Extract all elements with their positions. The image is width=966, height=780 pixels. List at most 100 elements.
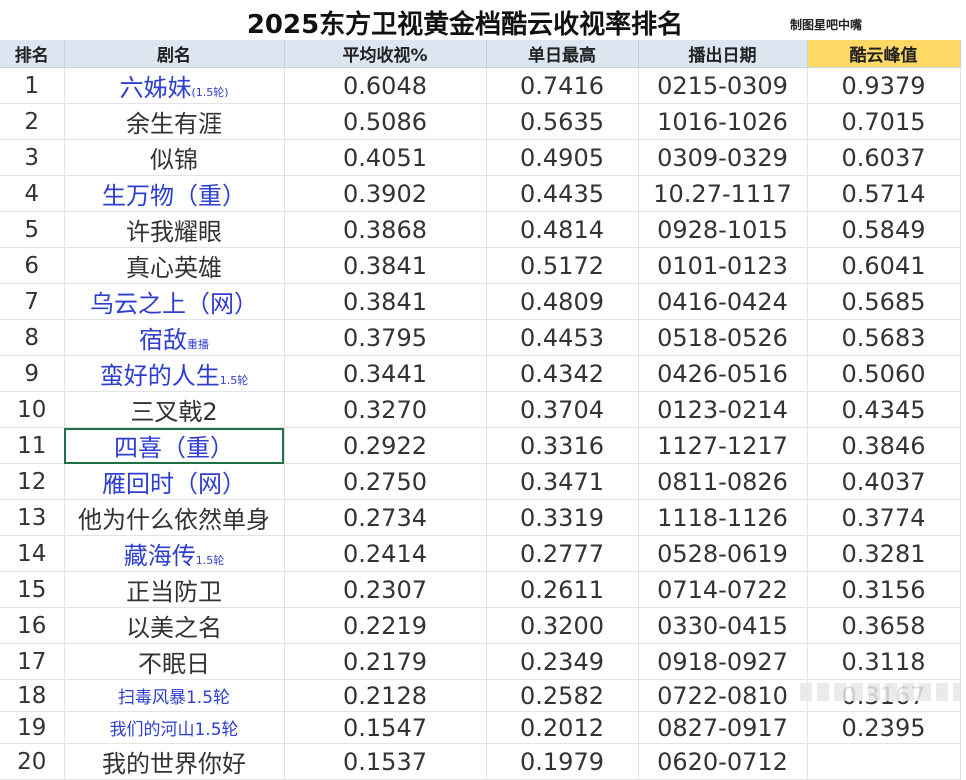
cell-average-rating[interactable]: 0.6048 [284,67,487,104]
cell-air-dates[interactable]: 0722-0810 [638,679,808,712]
cell-average-rating[interactable]: 0.2734 [284,499,487,536]
cell-air-dates[interactable]: 0215-0309 [638,67,808,104]
header-rank[interactable]: 排名 [0,40,65,68]
header-average-rating[interactable]: 平均收视% [284,40,487,68]
cell-air-dates[interactable]: 0426-0516 [638,355,808,392]
cell-rank[interactable]: 10 [0,391,65,428]
cell-air-dates[interactable]: 0714-0722 [638,571,808,608]
cell-daily-high[interactable]: 0.2582 [486,679,639,712]
cell-title[interactable]: 乌云之上（网） [64,283,285,320]
cell-title[interactable]: 雁回时（网） [64,463,285,500]
cell-average-rating[interactable]: 0.1547 [284,711,487,744]
cell-air-dates[interactable]: 0811-0826 [638,463,808,500]
cell-daily-high[interactable]: 0.2611 [486,571,639,608]
cell-rank[interactable]: 20 [0,743,65,780]
cell-daily-high[interactable]: 0.2777 [486,535,639,572]
cell-peak[interactable]: 0.2395 [807,711,961,744]
cell-peak[interactable]: 0.6041 [807,247,961,284]
cell-air-dates[interactable]: 0918-0927 [638,643,808,680]
cell-daily-high[interactable]: 0.3316 [486,427,639,464]
cell-average-rating[interactable]: 0.2922 [284,427,487,464]
cell-daily-high[interactable]: 0.7416 [486,67,639,104]
cell-peak[interactable]: 0.5849 [807,211,961,248]
cell-title[interactable]: 许我耀眼 [64,211,285,248]
cell-average-rating[interactable]: 0.2179 [284,643,487,680]
cell-air-dates[interactable]: 0928-1015 [638,211,808,248]
header-title[interactable]: 剧名 [64,40,285,68]
cell-title[interactable]: 我们的河山1.5轮 [64,711,285,744]
cell-average-rating[interactable]: 0.2128 [284,679,487,712]
cell-rank[interactable]: 18 [0,679,65,712]
cell-title[interactable]: 我的世界你好 [64,743,285,780]
cell-rank[interactable]: 5 [0,211,65,248]
cell-average-rating[interactable]: 0.3902 [284,175,487,212]
cell-title[interactable]: 藏海传1.5轮 [64,535,285,572]
cell-daily-high[interactable]: 0.1979 [486,743,639,780]
cell-title[interactable]: 正当防卫 [64,571,285,608]
cell-peak[interactable]: 0.3118 [807,643,961,680]
cell-title[interactable]: 余生有涯 [64,103,285,140]
cell-title[interactable]: 三叉戟2 [64,391,285,428]
cell-average-rating[interactable]: 0.3270 [284,391,487,428]
cell-average-rating[interactable]: 0.3441 [284,355,487,392]
cell-peak[interactable]: 0.3846 [807,427,961,464]
cell-daily-high[interactable]: 0.3319 [486,499,639,536]
cell-air-dates[interactable]: 0528-0619 [638,535,808,572]
cell-daily-high[interactable]: 0.5635 [486,103,639,140]
cell-average-rating[interactable]: 0.1537 [284,743,487,780]
cell-rank[interactable]: 4 [0,175,65,212]
cell-average-rating[interactable]: 0.2307 [284,571,487,608]
cell-title[interactable]: 以美之名 [64,607,285,644]
cell-average-rating[interactable]: 0.2219 [284,607,487,644]
cell-peak[interactable]: 0.3658 [807,607,961,644]
cell-rank[interactable]: 6 [0,247,65,284]
cell-air-dates[interactable]: 0620-0712 [638,743,808,780]
cell-rank[interactable]: 2 [0,103,65,140]
cell-average-rating[interactable]: 0.2414 [284,535,487,572]
cell-peak[interactable]: 0.3156 [807,571,961,608]
cell-rank[interactable]: 13 [0,499,65,536]
cell-rank[interactable]: 8 [0,319,65,356]
cell-rank[interactable]: 11 [0,427,65,464]
header-daily-high[interactable]: 单日最高 [486,40,639,68]
cell-average-rating[interactable]: 0.3841 [284,283,487,320]
cell-rank[interactable]: 16 [0,607,65,644]
cell-daily-high[interactable]: 0.2012 [486,711,639,744]
cell-rank[interactable]: 12 [0,463,65,500]
cell-daily-high[interactable]: 0.3200 [486,607,639,644]
cell-average-rating[interactable]: 0.2750 [284,463,487,500]
cell-average-rating[interactable]: 0.4051 [284,139,487,176]
cell-air-dates[interactable]: 0123-0214 [638,391,808,428]
cell-air-dates[interactable]: 0827-0917 [638,711,808,744]
cell-daily-high[interactable]: 0.4905 [486,139,639,176]
cell-daily-high[interactable]: 0.4814 [486,211,639,248]
cell-rank[interactable]: 14 [0,535,65,572]
cell-air-dates[interactable]: 1016-1026 [638,103,808,140]
cell-average-rating[interactable]: 0.3795 [284,319,487,356]
cell-rank[interactable]: 17 [0,643,65,680]
cell-peak[interactable]: 0.9379 [807,67,961,104]
cell-peak[interactable]: 0.6037 [807,139,961,176]
cell-rank[interactable]: 9 [0,355,65,392]
cell-air-dates[interactable]: 1127-1217 [638,427,808,464]
cell-rank[interactable]: 15 [0,571,65,608]
header-peak[interactable]: 酷云峰值 [807,40,961,68]
cell-daily-high[interactable]: 0.2349 [486,643,639,680]
cell-title[interactable]: 扫毒风暴1.5轮 [64,679,285,712]
cell-average-rating[interactable]: 0.3868 [284,211,487,248]
cell-title[interactable]: 六姊妹(1.5轮) [64,67,285,104]
cell-peak[interactable]: 0.5060 [807,355,961,392]
cell-air-dates[interactable]: 0416-0424 [638,283,808,320]
header-air-dates[interactable]: 播出日期 [638,40,808,68]
cell-peak[interactable]: 0.5683 [807,319,961,356]
cell-daily-high[interactable]: 0.4453 [486,319,639,356]
cell-air-dates[interactable]: 0518-0526 [638,319,808,356]
cell-rank[interactable]: 1 [0,67,65,104]
cell-peak[interactable] [807,743,961,780]
cell-title[interactable]: 生万物（重） [64,175,285,212]
cell-peak[interactable]: 0.7015 [807,103,961,140]
cell-peak[interactable]: 0.4037 [807,463,961,500]
cell-rank[interactable]: 7 [0,283,65,320]
cell-title[interactable]: 似锦 [64,139,285,176]
cell-peak[interactable]: 0.5685 [807,283,961,320]
